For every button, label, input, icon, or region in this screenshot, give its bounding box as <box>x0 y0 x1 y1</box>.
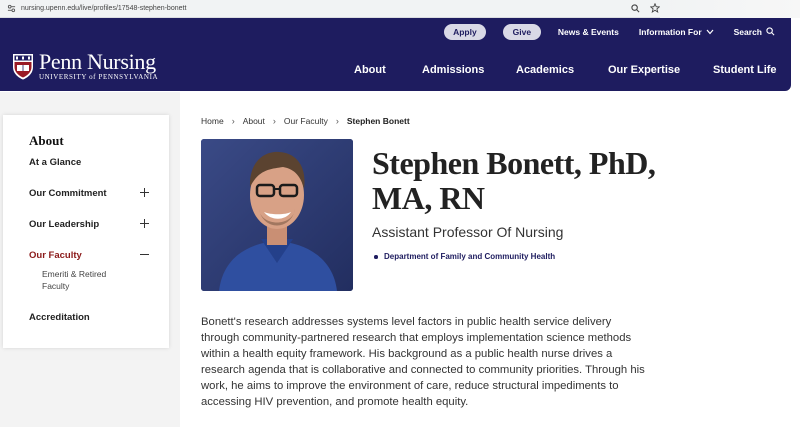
collapse-our-faculty-icon[interactable] <box>140 250 149 259</box>
breadcrumb-our-faculty[interactable]: Our Faculty <box>284 116 328 126</box>
breadcrumb-about[interactable]: About <box>243 116 265 126</box>
news-events-label: News & Events <box>557 27 619 37</box>
main-nav: About Admissions Academics Our Expertise… <box>0 64 791 80</box>
nav-about[interactable]: About <box>354 64 386 76</box>
breadcrumb-home[interactable]: Home <box>201 116 224 126</box>
sidebar-item-accreditation[interactable]: Accreditation <box>29 312 90 323</box>
chevron-right-icon: › <box>272 116 276 126</box>
search-label: Search <box>733 27 762 37</box>
site-header: Apply Give News & Events Information For… <box>0 18 791 91</box>
site-settings-icon[interactable] <box>6 4 16 14</box>
give-button[interactable]: Give <box>502 24 541 40</box>
sidebar-title: About <box>29 133 64 148</box>
zoom-icon[interactable] <box>630 3 640 13</box>
section-sidebar: About At a Glance Our Commitment Our Lea… <box>3 115 169 348</box>
chevron-right-icon: › <box>335 116 339 126</box>
profile-role: Assistant Professor Of Nursing <box>372 224 564 240</box>
sidebar-subitem-emeriti[interactable]: Emeriti & Retired Faculty <box>42 268 122 292</box>
address-bar-fade <box>660 0 800 18</box>
sidebar-item-our-leadership[interactable]: Our Leadership <box>29 219 99 230</box>
bookmark-star-icon[interactable] <box>650 3 660 13</box>
chevron-right-icon: › <box>231 116 235 126</box>
breadcrumb-current: Stephen Bonett <box>346 116 410 126</box>
nav-our-expertise[interactable]: Our Expertise <box>608 64 680 76</box>
profile-bio: Bonett's research addresses systems leve… <box>201 316 645 408</box>
sidebar-item-our-commitment[interactable]: Our Commitment <box>29 188 107 199</box>
information-for-dropdown[interactable]: Information For <box>639 27 714 37</box>
information-for-label: Information For <box>638 27 702 37</box>
profile-name: Stephen Bonett, PhD, MA, RN <box>372 145 656 216</box>
expand-our-commitment-icon[interactable] <box>140 188 149 197</box>
department-link[interactable]: Department of Family and Community Healt… <box>373 252 555 261</box>
nav-academics[interactable]: Academics <box>516 64 574 76</box>
sidebar-item-at-a-glance[interactable]: At a Glance <box>29 157 81 168</box>
expand-our-leadership-icon[interactable] <box>140 219 149 228</box>
chevron-down-icon <box>706 27 714 37</box>
search-icon <box>766 26 775 38</box>
url-text[interactable]: nursing.upenn.edu/live/profiles/17548-st… <box>21 5 186 12</box>
browser-address-bar: nursing.upenn.edu/live/profiles/17548-st… <box>0 0 800 18</box>
news-events-link[interactable]: News & Events <box>558 27 619 37</box>
apply-button[interactable]: Apply <box>443 24 486 40</box>
sidebar-item-our-faculty[interactable]: Our Faculty <box>29 250 82 261</box>
utility-nav: Apply Give News & Events Information For… <box>443 23 781 41</box>
nav-admissions[interactable]: Admissions <box>422 64 484 76</box>
breadcrumb: Home › About › Our Faculty › Stephen Bon… <box>201 116 410 126</box>
nav-student-life[interactable]: Student Life <box>713 64 777 76</box>
search-button[interactable]: Search <box>733 26 775 38</box>
profile-photo <box>201 139 353 291</box>
